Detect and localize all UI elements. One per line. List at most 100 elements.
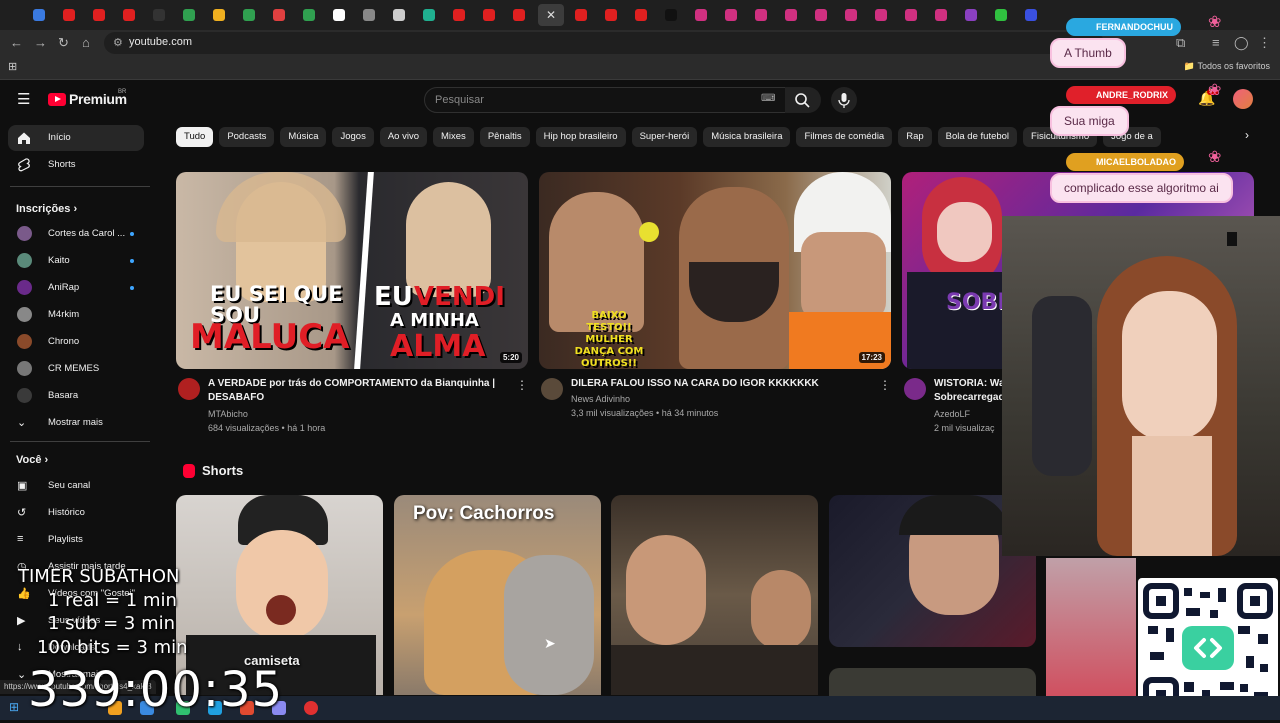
sidebar-item-subscription[interactable]: Cortes da Carol ... [8, 221, 144, 247]
reload-icon[interactable]: ↻ [58, 35, 69, 51]
browser-tab[interactable] [148, 4, 170, 26]
browser-tab[interactable] [298, 4, 320, 26]
chip[interactable]: Bola de futebol [937, 127, 1018, 147]
browser-tab[interactable] [720, 4, 742, 26]
more-actions-icon[interactable]: ⋮ [516, 378, 528, 392]
sidebar-item-subscription[interactable]: CR MEMES [8, 356, 144, 382]
video-title[interactable]: WISTORIA: Wa Sobrecarregad [934, 377, 1004, 405]
more-actions-icon[interactable]: ⋮ [879, 378, 891, 392]
browser-tab[interactable] [358, 4, 380, 26]
apps-icon[interactable]: ⊞ [8, 60, 17, 73]
browser-tab[interactable] [58, 4, 80, 26]
browser-tab[interactable] [750, 4, 772, 26]
chip[interactable]: Mixes [433, 127, 474, 147]
profile-icon[interactable]: ◯ [1234, 35, 1249, 51]
chip[interactable]: Podcasts [219, 127, 275, 147]
browser-tab[interactable] [810, 4, 832, 26]
browser-tab[interactable] [780, 4, 802, 26]
browser-tab[interactable] [268, 4, 290, 26]
browser-tab[interactable] [448, 4, 470, 26]
browser-tab[interactable] [600, 4, 622, 26]
browser-tab[interactable] [388, 4, 410, 26]
extensions-icon[interactable]: ⧉ [1176, 35, 1185, 51]
chip[interactable]: Ao vivo [379, 127, 427, 147]
menu-icon[interactable]: ☰ [17, 90, 30, 108]
browser-tab[interactable] [900, 4, 922, 26]
reading-list-icon[interactable]: ≡ [1212, 35, 1220, 50]
channel-name[interactable]: MTAbicho [208, 407, 248, 421]
channel-avatar[interactable] [904, 378, 926, 400]
short-thumbnail[interactable]: Pov: Cachorros ➤ [394, 495, 601, 695]
chip[interactable]: Rap [898, 127, 932, 147]
url-field[interactable]: ⚙ youtube.com [104, 32, 1104, 54]
keyboard-icon[interactable]: ⌨ [761, 93, 775, 104]
channel-name[interactable]: News Adivinho [571, 392, 630, 406]
search-input[interactable]: Pesquisar ⌨ [424, 87, 786, 113]
back-icon[interactable]: ← [10, 35, 23, 50]
home-icon[interactable]: ⌂ [82, 35, 90, 50]
sidebar-item-home[interactable]: Início [8, 125, 144, 151]
video-thumbnail[interactable]: EU SEI QUE SOU MALUCA EU VENDI A MINHA A… [176, 172, 528, 369]
sidebar-show-more[interactable]: ⌄ Mostrar mais [8, 410, 144, 436]
browser-tab[interactable] [508, 4, 530, 26]
channel-name[interactable]: AzedoLF [934, 407, 970, 421]
browser-tab[interactable] [118, 4, 140, 26]
video-title[interactable]: A VERDADE por trás do COMPORTAMENTO da B… [208, 377, 508, 405]
sidebar-item-you[interactable]: ↺ Histórico [8, 500, 144, 526]
site-info-icon[interactable]: ⚙ [113, 36, 123, 49]
browser-tab[interactable] [88, 4, 110, 26]
browser-tab[interactable] [238, 4, 260, 26]
browser-tab[interactable] [690, 4, 712, 26]
browser-tab[interactable] [840, 4, 862, 26]
subscriptions-heading[interactable]: Inscrições › [16, 203, 77, 215]
sidebar-item-subscription[interactable]: M4rkim [8, 302, 144, 328]
sidebar-item-subscription[interactable]: Basara [8, 383, 144, 409]
all-bookmarks-link[interactable]: 📁 Todos os favoritos [1184, 61, 1270, 72]
chip[interactable]: Hip hop brasileiro [535, 127, 626, 147]
channel-avatar[interactable] [541, 378, 563, 400]
chip[interactable]: Jogos [332, 127, 374, 147]
chip[interactable]: Filmes de comédia [796, 127, 893, 147]
forward-icon[interactable]: → [34, 35, 47, 50]
video-thumbnail[interactable]: BAIXO TESTO!! MULHER DANÇA COM OUTROS!! … [539, 172, 891, 369]
video-title[interactable]: DILERA FALOU ISSO NA CARA DO IGOR KKKKKK… [571, 377, 871, 391]
youtube-logo-icon[interactable] [48, 93, 66, 106]
close-tab-icon[interactable]: ✕ [546, 8, 556, 22]
chip[interactable]: Pênaltis [479, 127, 530, 147]
search-button[interactable] [785, 87, 821, 113]
you-heading[interactable]: Você › [16, 454, 48, 466]
browser-tab[interactable] [870, 4, 892, 26]
browser-tab[interactable] [1020, 4, 1042, 26]
voice-search-button[interactable] [831, 87, 857, 113]
sidebar-item-subscription[interactable]: AniRap [8, 275, 144, 301]
sidebar-item-you[interactable]: ≡ Playlists [8, 527, 144, 553]
browser-tab[interactable] [28, 4, 50, 26]
chip[interactable]: Música [280, 127, 327, 147]
sidebar-item-subscription[interactable]: Chrono [8, 329, 144, 355]
browser-tab[interactable] [630, 4, 652, 26]
browser-tab[interactable] [660, 4, 682, 26]
taskbar-app-icon[interactable] [304, 701, 318, 715]
avatar[interactable] [1233, 89, 1253, 109]
chip[interactable]: Super-herói [631, 127, 698, 147]
start-icon[interactable]: ⊞ [9, 700, 19, 714]
short-thumbnail[interactable] [829, 668, 1036, 698]
browser-tab[interactable] [990, 4, 1012, 26]
sidebar-item-you[interactable]: ▣ Seu canal [8, 473, 144, 499]
chips-next-icon[interactable]: › [1245, 128, 1249, 142]
browser-tab[interactable] [960, 4, 982, 26]
active-browser-tab[interactable]: ✕ [538, 4, 564, 26]
sidebar-item-subscription[interactable]: Kaito [8, 248, 144, 274]
channel-avatar[interactable] [178, 378, 200, 400]
browser-tab[interactable] [178, 4, 200, 26]
browser-tab[interactable] [478, 4, 500, 26]
browser-tab[interactable] [418, 4, 440, 26]
browser-menu-icon[interactable]: ⋮ [1258, 35, 1271, 51]
sidebar-item-shorts[interactable]: Shorts [8, 152, 144, 178]
browser-tab[interactable] [328, 4, 350, 26]
browser-tab[interactable] [570, 4, 592, 26]
chip[interactable]: Música brasileira [703, 127, 791, 147]
browser-tab[interactable] [930, 4, 952, 26]
short-thumbnail[interactable] [611, 495, 818, 695]
browser-tab[interactable] [208, 4, 230, 26]
